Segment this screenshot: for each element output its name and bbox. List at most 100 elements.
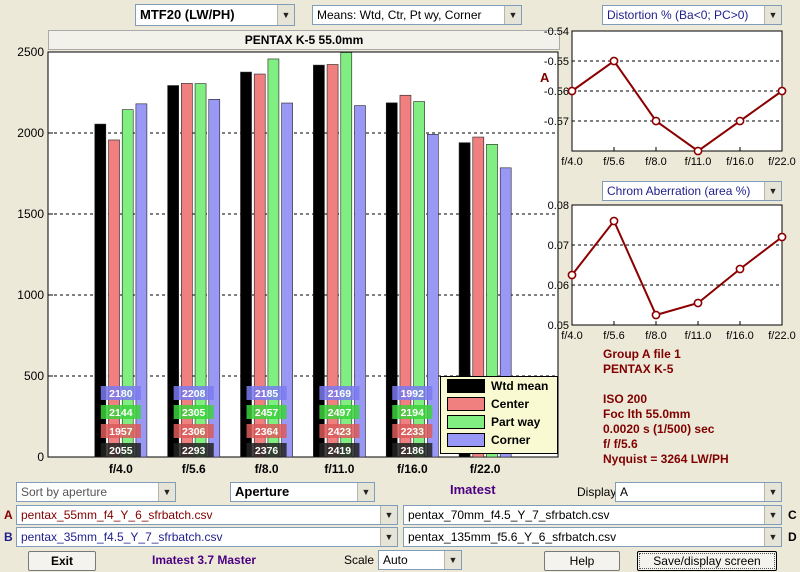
chevron-down-icon: ▼ <box>357 483 374 501</box>
help-button[interactable]: Help <box>544 551 620 571</box>
data-label-center: 1957 <box>109 426 133 438</box>
legend-label: Part way <box>491 415 541 429</box>
info-focal-length: Foc lth 55.0mm <box>603 407 691 421</box>
data-label-part-way: 2457 <box>255 407 279 419</box>
legend-label: Wtd mean <box>491 379 549 393</box>
bar-corner <box>354 105 366 458</box>
file-d-select[interactable]: pentax_135mm_f5.6_Y_6_sfrbatch.csv ▼ <box>403 527 782 547</box>
data-label-part-way: 2497 <box>328 407 352 419</box>
exit-button[interactable]: Exit <box>28 551 96 571</box>
legend-label: Center <box>491 397 530 411</box>
distortion-x-tick-label: f/16.0 <box>726 156 754 168</box>
data-label-center: 2423 <box>328 426 352 438</box>
chrom-aberration-y-tick-label: 0.08 <box>548 200 569 212</box>
bar-center <box>399 94 412 458</box>
data-label-part-way: 2194 <box>401 407 425 419</box>
main-y-tick-label: 0 <box>37 450 44 464</box>
chrom-aberration-x-tick-label: f/11.0 <box>685 330 712 342</box>
version-label: Imatest 3.7 Master <box>152 553 257 567</box>
distortion-y-tick-label: -0.57 <box>544 116 569 128</box>
data-label-corner: 1992 <box>401 388 425 400</box>
aperture-select[interactable]: Aperture ▼ <box>230 482 375 502</box>
distortion-x-tick-label: f/11.0 <box>685 156 712 168</box>
chrom-aberration-select-value: Chrom Aberration (area %) <box>607 184 751 198</box>
file-a-letter: A <box>4 508 13 522</box>
info-group: Group A file 1 <box>603 347 681 361</box>
display-select[interactable]: A ▼ <box>615 482 782 502</box>
info-camera: PENTAX K-5 <box>603 362 674 376</box>
file-d-letter: D <box>788 530 797 544</box>
aperture-select-value: Aperture <box>235 484 290 499</box>
info-iso: ISO 200 <box>603 392 648 406</box>
file-b-letter: B <box>4 530 13 544</box>
main-x-tick-label: f/5.6 <box>182 462 206 476</box>
main-x-tick-label: f/22.0 <box>470 462 501 476</box>
distortion-point <box>777 86 787 96</box>
file-c-select[interactable]: pentax_70mm_f4.5_Y_7_sfrbatch.csv ▼ <box>403 505 782 525</box>
distortion-point <box>735 116 745 126</box>
chrom-aberration-y-tick-label: 0.07 <box>548 240 569 252</box>
data-label-wtd-mean: 2419 <box>328 445 352 457</box>
info-nyquist: Nyquist = 3264 LW/PH <box>603 452 729 466</box>
distortion-x-tick-label: f/4.0 <box>561 156 582 168</box>
info-exposure: 0.0020 s (1/500) sec <box>603 422 715 436</box>
chevron-down-icon: ▼ <box>764 483 781 501</box>
data-label-corner: 2208 <box>182 388 206 400</box>
bar-center <box>181 83 193 458</box>
main-x-tick-label: f/16.0 <box>397 462 428 476</box>
chrom-aberration-point <box>777 232 787 242</box>
bar-wtd-mean <box>385 102 398 458</box>
distortion-point <box>651 116 661 126</box>
chrom-aberration-point <box>693 298 703 308</box>
sort-select[interactable]: Sort by aperture ▼ <box>16 482 176 502</box>
sort-select-value: Sort by aperture <box>21 485 108 499</box>
file-a-select[interactable]: pentax_55mm_f4_Y_6_sfrbatch.csv ▼ <box>16 505 398 525</box>
chevron-down-icon: ▼ <box>380 528 397 546</box>
data-label-part-way: 2305 <box>182 407 206 419</box>
data-label-corner: 2180 <box>109 388 133 400</box>
data-label-wtd-mean: 2376 <box>255 445 279 457</box>
data-label-part-way: 2144 <box>109 407 133 419</box>
legend-item: Corner <box>447 431 557 449</box>
distortion-point <box>609 56 619 66</box>
data-label-center: 2364 <box>255 426 279 438</box>
bar-corner <box>135 103 148 458</box>
chrom-aberration-point <box>567 270 577 280</box>
main-y-tick-label: 1500 <box>17 207 44 221</box>
chrom-aberration-plot-area <box>571 204 783 326</box>
data-label-corner: 2185 <box>255 388 279 400</box>
chrom-aberration-select[interactable]: Chrom Aberration (area %) ▼ <box>602 181 782 201</box>
main-x-tick-label: f/11.0 <box>324 462 354 476</box>
distortion-select[interactable]: Distortion % (Ba<0; PC>0) ▼ <box>602 5 782 25</box>
data-label-corner: 2169 <box>328 388 352 400</box>
legend-swatch <box>447 415 485 429</box>
chrom-aberration-point <box>609 216 619 226</box>
imatest-label: Imatest <box>450 482 496 497</box>
scale-label: Scale <box>344 553 375 567</box>
chrom-aberration-point <box>735 264 745 274</box>
display-select-value: A <box>620 485 629 499</box>
file-a-value: pentax_55mm_f4_Y_6_sfrbatch.csv <box>21 508 213 522</box>
file-c-value: pentax_70mm_f4.5_Y_7_sfrbatch.csv <box>408 508 610 522</box>
chevron-down-icon: ▼ <box>764 6 781 24</box>
main-x-tick-label: f/8.0 <box>255 462 279 476</box>
save-display-screen-button[interactable]: Save/display screen <box>637 551 777 571</box>
main-y-tick-label: 1000 <box>17 288 44 302</box>
distortion-y-tick-label: -0.55 <box>544 56 569 68</box>
chart-annotation: A <box>540 70 550 85</box>
bar-corner <box>281 102 293 458</box>
legend-swatch <box>447 433 485 447</box>
bar-part-way <box>121 109 134 458</box>
legend-item: Part way <box>447 413 557 431</box>
scale-select[interactable]: Auto ▼ <box>378 550 462 570</box>
bar-part-way <box>413 101 425 458</box>
main-x-tick-label: f/4.0 <box>109 462 133 476</box>
distortion-y-tick-label: -0.56 <box>544 86 569 98</box>
legend-swatch <box>447 379 485 393</box>
bar-corner <box>208 99 221 458</box>
file-b-value: pentax_35mm_f4.5_Y_7_sfrbatch.csv <box>21 530 223 544</box>
chrom-aberration-x-tick-label: f/16.0 <box>726 330 754 342</box>
chrom-aberration-x-tick-label: f/8.0 <box>645 330 666 342</box>
file-b-select[interactable]: pentax_35mm_f4.5_Y_7_sfrbatch.csv ▼ <box>16 527 398 547</box>
chrom-aberration-x-tick-label: f/4.0 <box>561 330 582 342</box>
